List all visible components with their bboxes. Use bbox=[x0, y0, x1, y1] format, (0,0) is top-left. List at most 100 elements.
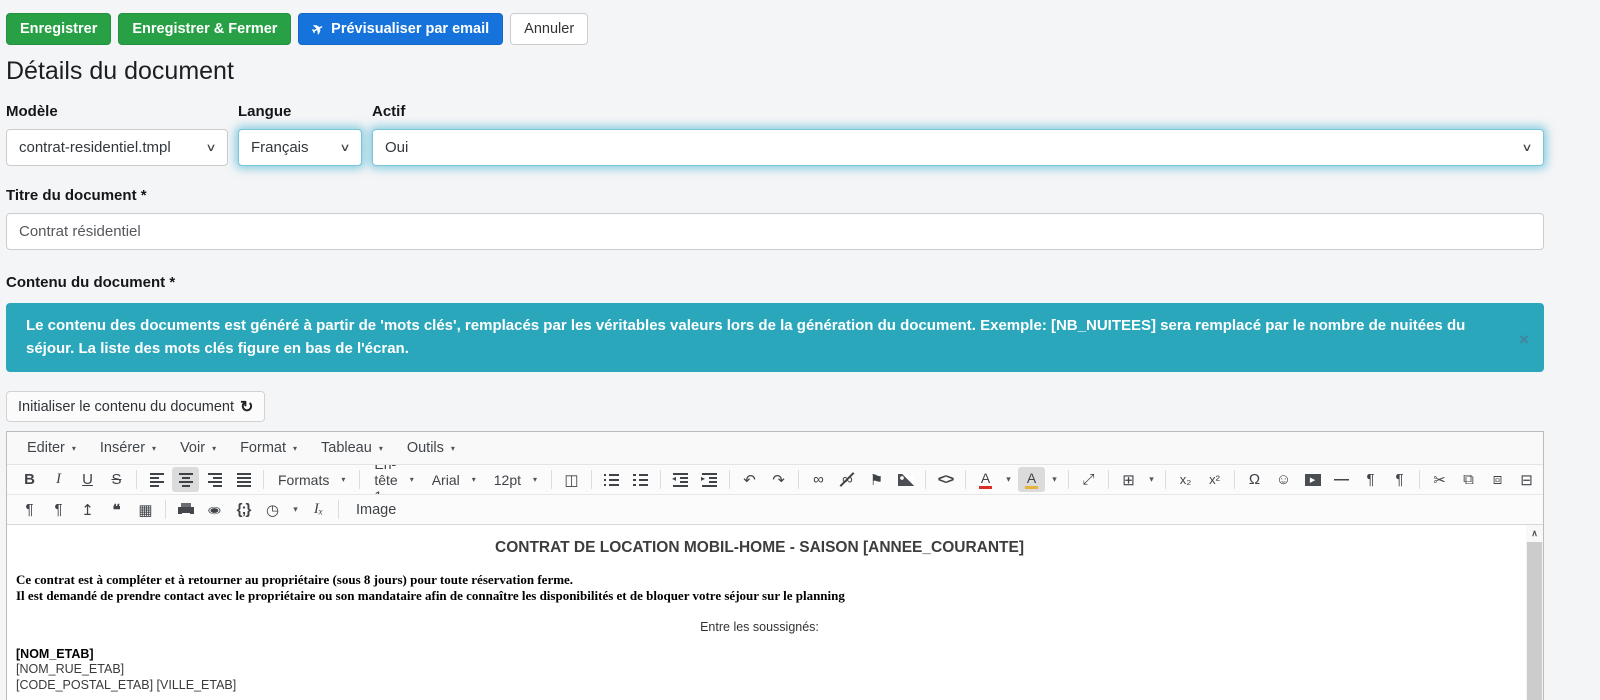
scrollbar-thumb[interactable] bbox=[1527, 542, 1542, 700]
menu-view[interactable]: Voir ▾ bbox=[168, 435, 228, 461]
clear-formatting-button[interactable]: Iₓ bbox=[305, 497, 332, 522]
image-button[interactable]: Image bbox=[344, 502, 408, 518]
toolbar-separator bbox=[1419, 470, 1421, 489]
redo-button[interactable]: ↷ bbox=[765, 467, 792, 492]
horizontal-rule-button[interactable]: — bbox=[1328, 467, 1355, 492]
superscript-button[interactable]: x² bbox=[1201, 467, 1228, 492]
save-close-button[interactable]: Enregistrer & Fermer bbox=[118, 13, 292, 45]
chevron-down-icon: ∨ bbox=[339, 142, 351, 154]
save-button[interactable]: Enregistrer bbox=[6, 13, 112, 45]
fullscreen-button[interactable]: ⤢ bbox=[1075, 467, 1102, 492]
cut-button[interactable]: ✂ bbox=[1426, 467, 1453, 492]
source-code-button[interactable]: <> bbox=[932, 467, 959, 492]
link-button[interactable]: ∞ bbox=[805, 467, 832, 492]
toolbar-separator bbox=[965, 470, 967, 489]
menu-tools[interactable]: Outils ▾ bbox=[395, 435, 467, 461]
info-alert: Le contenu des documents est généré à pa… bbox=[6, 303, 1544, 372]
blockquote-button[interactable]: ❝ bbox=[103, 497, 130, 522]
emoticons-button[interactable]: ☺ bbox=[1270, 467, 1297, 492]
template-button[interactable]: ▦ bbox=[132, 497, 159, 522]
editor-content[interactable]: CONTRAT DE LOCATION MOBIL-HOME - SAISON … bbox=[7, 525, 1543, 700]
preview-button[interactable]: ◉ bbox=[201, 497, 228, 522]
table-caret[interactable]: ▾ bbox=[1144, 467, 1159, 492]
bold-button[interactable]: B bbox=[16, 467, 43, 492]
close-icon[interactable]: × bbox=[1519, 327, 1529, 353]
outdent-icon bbox=[672, 472, 689, 487]
unlink-button[interactable]: ∞ bbox=[834, 467, 861, 492]
active-select[interactable]: Oui ∨ bbox=[372, 129, 1544, 166]
insert-image-button[interactable] bbox=[892, 467, 919, 492]
document-details-page: Enregistrer Enregistrer & Fermer ✈ Prévi… bbox=[6, 0, 1544, 700]
datetime-caret[interactable]: ▾ bbox=[288, 497, 303, 522]
show-blocks-button[interactable]: ¶ bbox=[45, 497, 72, 522]
caret-down-icon: ▾ bbox=[378, 443, 383, 453]
find-replace-button[interactable]: ◫ bbox=[558, 467, 585, 492]
special-char-button[interactable]: Ω bbox=[1241, 467, 1268, 492]
preview-email-button[interactable]: ✈ Prévisualiser par email bbox=[298, 13, 504, 45]
preview-email-label: Prévisualiser par email bbox=[331, 21, 490, 37]
toolbar-separator bbox=[925, 470, 927, 489]
font-size-dropdown[interactable]: 12pt ▾ bbox=[485, 467, 546, 492]
undo-button[interactable]: ↶ bbox=[736, 467, 763, 492]
caret-down-icon: ▾ bbox=[533, 475, 538, 484]
menu-insert[interactable]: Insérer ▾ bbox=[88, 435, 168, 461]
media-button[interactable]: ▶ bbox=[1299, 467, 1326, 492]
document-title-input[interactable] bbox=[6, 213, 1544, 250]
underline-button[interactable]: U bbox=[74, 467, 101, 492]
menu-table[interactable]: Tableau ▾ bbox=[309, 435, 395, 461]
align-right-button[interactable] bbox=[201, 467, 228, 492]
media-icon: ▶ bbox=[1304, 473, 1321, 486]
rtl-button[interactable]: ¶ bbox=[1386, 467, 1413, 492]
print-button[interactable] bbox=[172, 497, 199, 522]
outdent-button[interactable] bbox=[667, 467, 694, 492]
indent-button[interactable] bbox=[696, 467, 723, 492]
ltr-button[interactable]: ¶ bbox=[1357, 467, 1384, 492]
active-select-value: Oui bbox=[385, 139, 409, 156]
block-format-dropdown[interactable]: En-tête 1▾ bbox=[365, 465, 422, 494]
scroll-up-arrow[interactable]: ∧ bbox=[1526, 525, 1543, 542]
toolbar-separator bbox=[591, 470, 593, 489]
model-select[interactable]: contrat-residentiel.tmpl ∨ bbox=[6, 129, 228, 166]
font-family-dropdown[interactable]: Arial ▾ bbox=[423, 467, 485, 492]
formats-dropdown[interactable]: Formats ▾ bbox=[269, 467, 354, 492]
align-right-icon bbox=[207, 472, 222, 487]
show-invisibles-button[interactable]: ¶ bbox=[16, 497, 43, 522]
cancel-button[interactable]: Annuler bbox=[510, 13, 589, 45]
anchor-button[interactable]: ⚑ bbox=[863, 467, 890, 492]
toolbar-row-2: ¶ ¶ ↥ ❝ ▦ ◉ {;} ◷ ▾ Iₓ Image bbox=[7, 495, 1543, 525]
document-etab-street: [NOM_RUE_ETAB] bbox=[16, 662, 125, 677]
insert-datetime-button[interactable]: ◷ bbox=[259, 497, 286, 522]
text-color-caret[interactable]: ▾ bbox=[1001, 467, 1016, 492]
italic-button[interactable]: I bbox=[45, 467, 72, 492]
paste-button[interactable]: ⧈ bbox=[1484, 467, 1511, 492]
chevron-down-icon: ∨ bbox=[1521, 142, 1533, 154]
subscript-button[interactable]: x₂ bbox=[1172, 467, 1199, 492]
code-sample-button[interactable]: {;} bbox=[230, 497, 257, 522]
text-color-button[interactable]: A bbox=[972, 467, 999, 492]
language-select[interactable]: Français ∨ bbox=[238, 129, 362, 166]
strikethrough-button[interactable]: S bbox=[103, 467, 130, 492]
table-button[interactable]: ⊞ bbox=[1115, 467, 1142, 492]
title-field: Titre du document * bbox=[6, 187, 1544, 250]
copy-button[interactable]: ⧉ bbox=[1455, 467, 1482, 492]
toolbar-separator bbox=[1234, 470, 1236, 489]
paste-text-button[interactable]: ⊟ bbox=[1513, 467, 1540, 492]
align-center-button[interactable] bbox=[172, 467, 199, 492]
background-color-caret[interactable]: ▾ bbox=[1047, 467, 1062, 492]
init-content-button[interactable]: Initialiser le contenu du document ↻ bbox=[6, 391, 266, 422]
image-icon bbox=[897, 473, 914, 486]
menu-edit[interactable]: Editer ▾ bbox=[15, 435, 88, 461]
background-color-button[interactable]: A bbox=[1018, 467, 1046, 492]
bullet-list-icon bbox=[604, 472, 620, 487]
menu-format[interactable]: Format ▾ bbox=[228, 435, 309, 461]
paper-plane-icon: ✈ bbox=[309, 18, 328, 39]
page-title: Détails du document bbox=[6, 57, 234, 85]
align-left-button[interactable] bbox=[143, 467, 170, 492]
align-justify-button[interactable] bbox=[230, 467, 257, 492]
page-break-button[interactable]: ↥ bbox=[74, 497, 101, 522]
toolbar-separator bbox=[263, 470, 264, 489]
bullet-list-button[interactable] bbox=[598, 467, 625, 492]
editor-scrollbar[interactable]: ∧ bbox=[1526, 525, 1543, 700]
language-select-value: Français bbox=[251, 139, 309, 156]
numbered-list-button[interactable] bbox=[627, 467, 654, 492]
